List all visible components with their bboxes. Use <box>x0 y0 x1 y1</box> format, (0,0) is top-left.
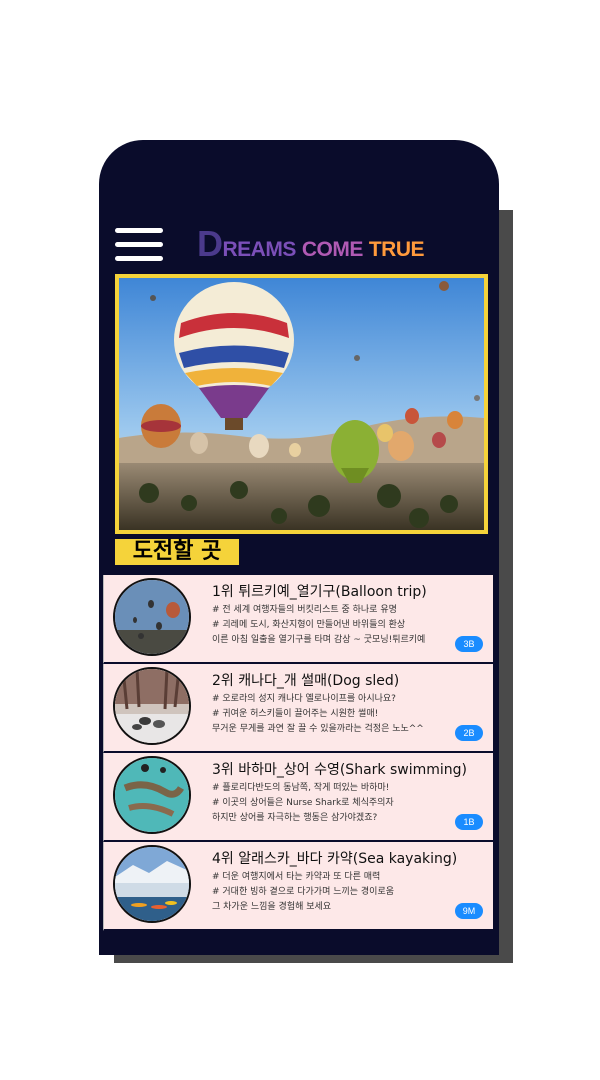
challenge-list: 1위 튀르키예_열기구(Balloon trip) # 전 세계 여행자들의 버… <box>103 575 493 931</box>
list-item-dogsled[interactable]: 2위 캐나다_개 썰매(Dog sled) # 오로라의 성지 캐나다 옐로나이… <box>103 664 493 753</box>
logo-word-reams: REAMS <box>222 238 297 261</box>
desc-line: 무거운 무게를 과연 잘 끌 수 있을까라는 걱정은 노노^^ <box>212 724 424 734</box>
desc-line: # 이곳의 상어들은 Nurse Shark로 체식주의자 <box>212 798 394 808</box>
desc-line: # 귀여운 허스키들이 끌어주는 시원한 썰매! <box>212 709 379 719</box>
desc-line: # 거대한 빙하 곁으로 다가가며 느끼는 경이로움 <box>212 887 395 897</box>
desc-line: # 괴레메 도시, 화산지형이 만들어낸 바위들의 환상 <box>212 620 406 630</box>
desc-line: # 오로라의 성지 캐나다 옐로나이프를 아시나요? <box>212 694 396 704</box>
desc-line: # 플로리다반도의 동남쪽, 작게 떠있는 바하마! <box>212 783 390 793</box>
item-description: # 플로리다반도의 동남쪽, 작게 떠있는 바하마! # 이곳의 상어들은 Nu… <box>212 781 452 826</box>
desc-line: 하지만 상어를 자극하는 행동은 삼가야겠죠? <box>212 813 378 823</box>
thumbnail-shark <box>113 756 191 834</box>
phone-frame: D REAMS COME TRUE 도전할 곳 1위 튀르키예_열기구(Ball… <box>99 140 499 955</box>
thumbnail-kayak <box>113 845 191 923</box>
list-item-balloon[interactable]: 1위 튀르키예_열기구(Balloon trip) # 전 세계 여행자들의 버… <box>103 575 493 664</box>
desc-line: 그 차가운 느낌을 경험해 보세요 <box>212 902 332 912</box>
logo-letter-d: D <box>197 223 223 264</box>
list-item-kayak[interactable]: 4위 알래스카_바다 카약(Sea kayaking) # 더운 여행지에서 타… <box>103 842 493 931</box>
section-title: 도전할 곳 <box>115 539 239 565</box>
hero-image-balloons <box>115 274 488 534</box>
thumbnail-balloon <box>113 578 191 656</box>
thumbnail-dogsled <box>113 667 191 745</box>
item-title: 1위 튀르키예_열기구(Balloon trip) <box>212 584 427 600</box>
app-logo: D REAMS COME TRUE <box>197 222 425 264</box>
desc-line: 이른 아침 일출을 열기구를 타며 감상 ~ 굿모닝!튀르키예 <box>212 635 426 645</box>
item-title: 4위 알래스카_바다 카약(Sea kayaking) <box>212 851 458 867</box>
list-item-shark[interactable]: 3위 바하마_상어 수영(Shark swimming) # 플로리다반도의 동… <box>103 753 493 842</box>
logo-word-true: TRUE <box>368 238 425 261</box>
logo-word-come: COME <box>301 238 364 261</box>
hamburger-menu-icon[interactable] <box>115 228 163 262</box>
count-badge[interactable]: 2B <box>455 725 483 741</box>
item-description: # 전 세계 여행자들의 버킷리스트 중 하나로 유명 # 괴레메 도시, 화산… <box>212 603 452 648</box>
desc-line: # 더운 여행지에서 타는 카약과 또 다른 매력 <box>212 872 381 882</box>
count-badge[interactable]: 1B <box>455 814 483 830</box>
item-description: # 오로라의 성지 캐나다 옐로나이프를 아시나요? # 귀여운 허스키들이 끌… <box>212 692 452 737</box>
count-badge[interactable]: 9M <box>455 903 483 919</box>
item-title: 2위 캐나다_개 썰매(Dog sled) <box>212 673 400 689</box>
count-badge[interactable]: 3B <box>455 636 483 652</box>
desc-line: # 전 세계 여행자들의 버킷리스트 중 하나로 유명 <box>212 605 397 615</box>
item-description: # 더운 여행지에서 타는 카약과 또 다른 매력 # 거대한 빙하 곁으로 다… <box>212 870 452 915</box>
item-title: 3위 바하마_상어 수영(Shark swimming) <box>212 762 467 778</box>
